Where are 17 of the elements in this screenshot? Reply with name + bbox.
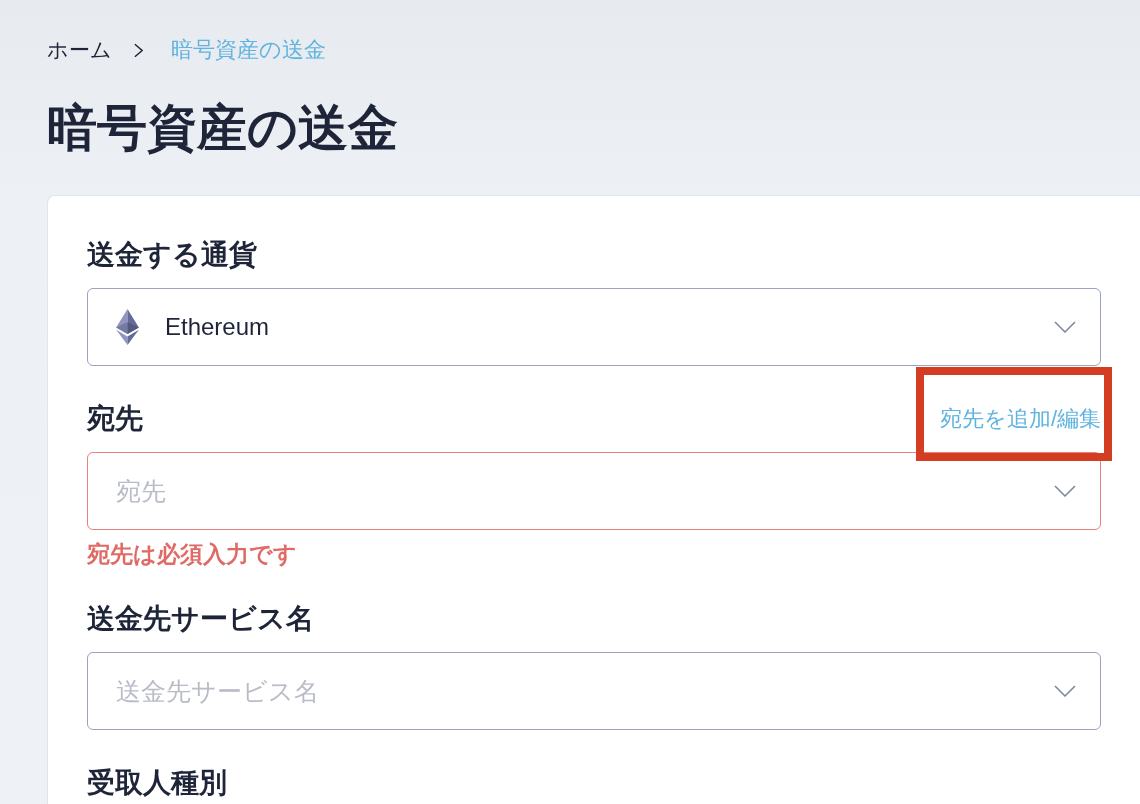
field-label: 宛先 — [87, 405, 143, 433]
field-label: 送金先サービス名 — [87, 605, 314, 633]
select-field[interactable]: 送金先サービス名 — [87, 652, 1101, 730]
field-label: 受取人種別 — [87, 769, 227, 797]
breadcrumb-link[interactable]: ホーム — [47, 38, 112, 62]
select-field[interactable]: Ethereum — [87, 288, 1101, 366]
field-label: 送金する通貨 — [87, 241, 257, 269]
chevron-right-icon — [134, 42, 143, 58]
error-message: 宛先は必須入力です — [87, 542, 297, 566]
chevron-down-icon — [1054, 321, 1076, 333]
select-field[interactable]: 宛先 — [87, 452, 1101, 530]
chevron-down-icon — [1054, 685, 1076, 697]
page-title: 暗号資産の送金 — [47, 100, 398, 156]
breadcrumb-current-page: 暗号資産の送金 — [171, 38, 326, 62]
ethereum-diamond-icon — [116, 309, 139, 345]
add-edit-link[interactable]: 宛先を追加/編集 — [939, 405, 1101, 433]
chevron-down-icon — [1054, 485, 1076, 497]
